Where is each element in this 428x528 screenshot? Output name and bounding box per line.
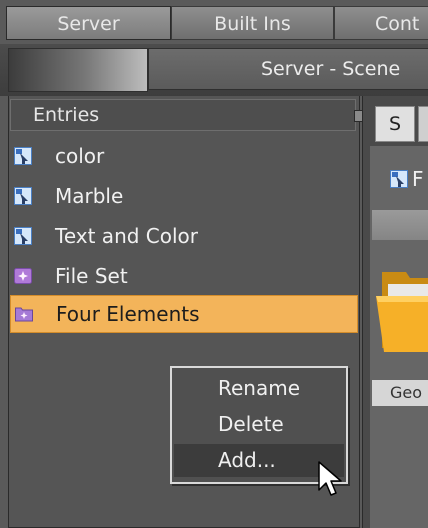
scene-icon [14,227,32,245]
entry-text-and-color[interactable]: Text and Color [10,217,358,255]
entry-label: color [55,144,105,168]
entry-label: Four Elements [56,302,200,326]
entry-label: File Set [55,264,128,288]
entry-label: Marble [55,184,124,208]
entry-marble[interactable]: Marble [10,177,358,215]
file-set-icon [14,268,32,284]
folder-set-icon [15,307,33,322]
entries-header: Entries [10,99,356,131]
folder-icon[interactable] [376,262,428,360]
entries-header-label: Entries [33,104,100,126]
menu-item-delete[interactable]: Delete [174,408,344,441]
menu-item-rename[interactable]: Rename [174,372,344,405]
scene-icon [14,147,32,165]
entry-label: Text and Color [55,224,199,248]
tab-s[interactable]: S [375,106,415,142]
tab-server[interactable]: Server [6,6,171,40]
scene-icon [14,187,32,205]
tab-secondary[interactable] [418,106,428,142]
window-title: Server - Scene [261,58,401,80]
window-title-bar: Server - Scene [148,48,428,90]
mouse-cursor-icon [318,461,342,496]
right-toolbar [372,210,428,240]
right-file-item[interactable]: F [388,166,428,192]
menu-item-label: Rename [218,376,301,400]
right-file-label: F [412,167,424,191]
entry-file-set[interactable]: File Set [10,257,358,295]
toolbar-gloss [8,48,148,92]
menu-item-label: Delete [218,412,284,436]
tab-content[interactable]: Cont [334,6,428,40]
right-item-label: Geo [372,380,428,406]
scene-icon [390,170,408,188]
menu-item-label: Add... [218,448,276,472]
entry-four-elements[interactable]: Four Elements [10,295,358,333]
tab-built-ins[interactable]: Built Ins [171,6,334,40]
entry-color[interactable]: color [10,137,358,175]
